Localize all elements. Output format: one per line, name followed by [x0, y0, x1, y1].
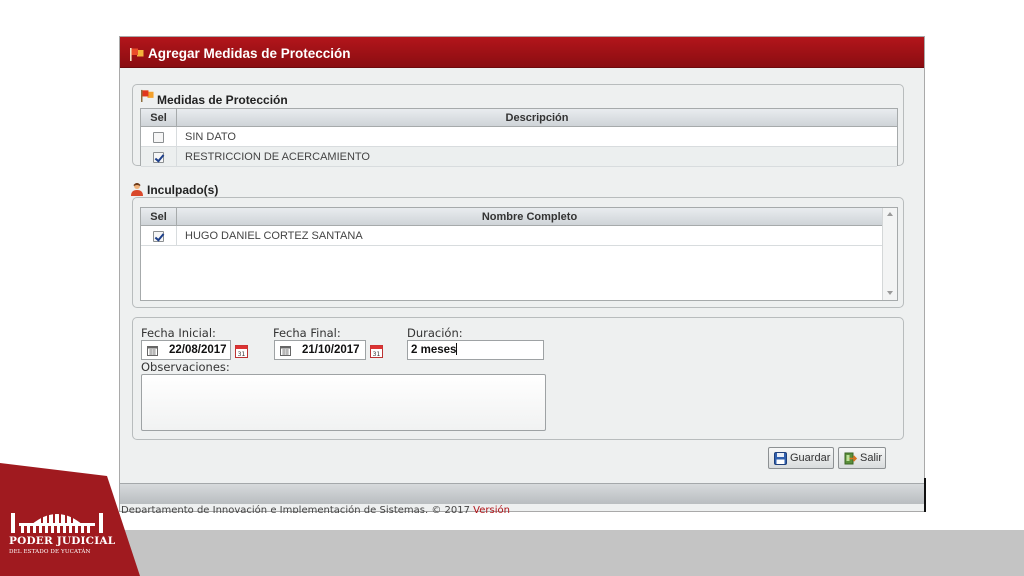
duracion-input[interactable]: 2 meses: [407, 340, 544, 360]
descripcion-cell: SIN DATO: [185, 131, 236, 143]
medidas-legend: Medidas de Protección: [157, 93, 288, 107]
fecha-final-input[interactable]: 21/10/2017: [274, 340, 366, 360]
scroll-up-icon[interactable]: [887, 212, 893, 216]
dialog-window: Agregar Medidas de Protección Medidas de…: [119, 36, 925, 513]
inculpados-legend: Inculpado(s): [147, 183, 219, 197]
salir-button[interactable]: Salir: [838, 447, 886, 469]
inculpados-grid: Sel Nombre Completo HUGO DANIEL CORTEZ S…: [140, 207, 898, 301]
status-bar: [120, 483, 924, 504]
column-divider: [176, 127, 177, 147]
slide: Agregar Medidas de Protección Medidas de…: [0, 0, 1024, 576]
fecha-inicial-label: Fecha Inicial:: [141, 326, 216, 340]
fecha-final-label: Fecha Final:: [273, 326, 341, 340]
observaciones-textarea[interactable]: [141, 374, 546, 431]
duracion-value: 2 meses: [411, 344, 457, 356]
courthouse-logo-icon: [11, 513, 103, 533]
vertical-scrollbar[interactable]: [882, 208, 897, 300]
svg-text:31: 31: [238, 351, 246, 358]
descripcion-cell: RESTRICCION DE ACERCAMIENTO: [185, 151, 370, 163]
observaciones-label: Observaciones:: [141, 360, 230, 374]
medidas-grid: Sel Descripción SIN DATO RESTRICCION DE …: [140, 108, 898, 167]
slide-footer-band: [0, 530, 1024, 576]
nombre-cell: HUGO DANIEL CORTEZ SANTANA: [185, 230, 363, 242]
flag-icon: [141, 89, 154, 102]
fecha-final-value: 21/10/2017: [302, 344, 360, 356]
duracion-label: Duración:: [407, 326, 463, 340]
column-header-nombre-completo[interactable]: Nombre Completo: [177, 208, 882, 226]
window-edge-line: [924, 478, 926, 512]
flag-icon: [130, 48, 144, 61]
guardar-button[interactable]: Guardar: [768, 447, 834, 469]
floppy-disk-icon: [774, 452, 787, 465]
table-row[interactable]: RESTRICCION DE ACERCAMIENTO: [141, 147, 897, 167]
scroll-down-icon[interactable]: [887, 291, 893, 295]
column-header-descripcion[interactable]: Descripción: [177, 109, 897, 127]
footer-text: Departamento de Innovación e Implementac…: [121, 504, 510, 513]
text-caret: [456, 343, 458, 355]
medidas-grid-header: Sel Descripción: [141, 109, 897, 127]
calendar-icon: [280, 346, 291, 356]
table-row[interactable]: SIN DATO: [141, 127, 897, 147]
inculpados-fieldset: Sel Nombre Completo HUGO DANIEL CORTEZ S…: [132, 197, 904, 308]
dialog-title: Agregar Medidas de Protección: [148, 46, 351, 61]
row-checkbox[interactable]: [153, 152, 164, 163]
version-link[interactable]: Versión: [473, 505, 510, 513]
row-checkbox[interactable]: [153, 231, 164, 242]
svg-text:31: 31: [373, 351, 381, 358]
fecha-inicial-input[interactable]: 22/08/2017: [141, 340, 231, 360]
salir-label: Salir: [860, 452, 883, 464]
calendar-picker-icon[interactable]: 31: [370, 344, 383, 358]
calendar-icon: [147, 346, 158, 356]
table-row[interactable]: HUGO DANIEL CORTEZ SANTANA: [141, 226, 882, 246]
column-divider: [176, 226, 177, 246]
column-header-sel[interactable]: Sel: [141, 109, 176, 127]
fecha-inicial-value: 22/08/2017: [169, 344, 227, 356]
brand-name: PODER JUDICIAL: [9, 535, 116, 547]
column-divider: [176, 147, 177, 167]
person-icon: [131, 183, 143, 196]
dialog-titlebar: Agregar Medidas de Protección: [120, 37, 924, 68]
footer-copyright: Departamento de Innovación e Implementac…: [121, 505, 470, 513]
row-checkbox[interactable]: [153, 132, 164, 143]
calendar-picker-icon[interactable]: 31: [235, 344, 248, 358]
detalles-fieldset: Fecha Inicial: 22/08/2017 31 Fecha Final…: [132, 317, 904, 440]
exit-icon: [844, 452, 857, 465]
guardar-label: Guardar: [790, 452, 831, 464]
medidas-fieldset: Medidas de Protección Sel Descripción SI…: [132, 84, 904, 167]
inculpados-grid-header: Sel Nombre Completo: [141, 208, 882, 226]
column-header-sel[interactable]: Sel: [141, 208, 176, 226]
brand-subtitle: DEL ESTADO DE YUCATÁN: [9, 549, 91, 555]
